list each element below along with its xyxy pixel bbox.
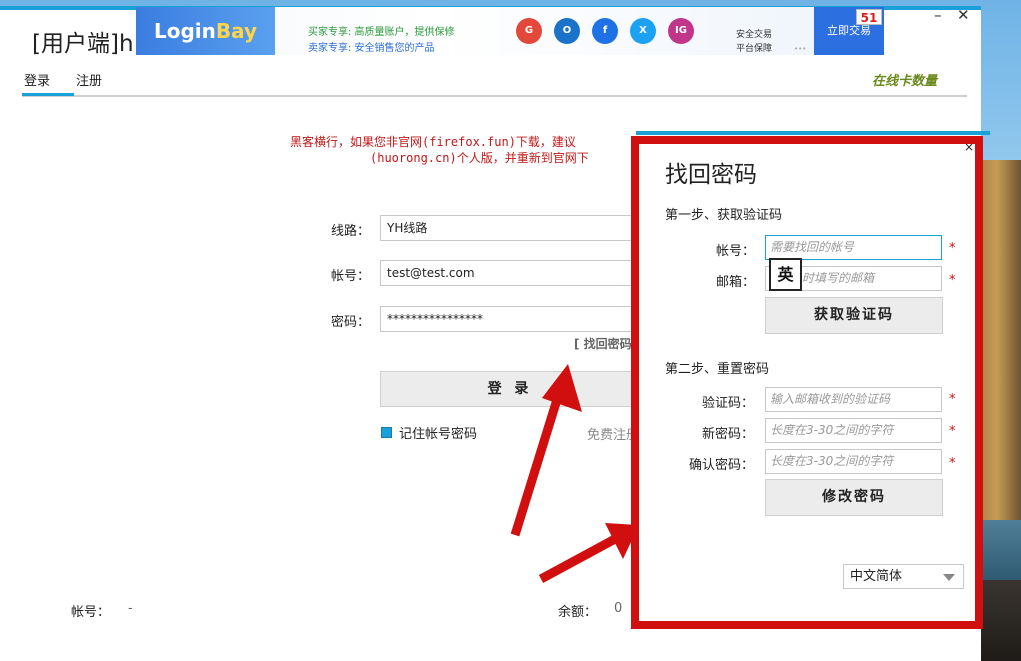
- code-label: 验证码：: [702, 396, 755, 411]
- required-mark: *: [949, 241, 956, 256]
- annotation-arrow-right-icon: [538, 523, 639, 583]
- language-value: 中文简体: [850, 569, 903, 584]
- change-password-button[interactable]: 修改密码: [765, 479, 943, 516]
- banner-dots-icon: •••: [794, 45, 807, 53]
- instagram-icon: IG: [668, 18, 694, 44]
- tabs-divider: [22, 95, 967, 97]
- account-input[interactable]: test@test.com: [380, 260, 640, 286]
- tab-login[interactable]: 登录: [24, 70, 50, 89]
- app-title: [用户端]h: [32, 31, 132, 57]
- online-count-label: 在线卡数量: [872, 74, 938, 89]
- new-password-input[interactable]: 长度在3-30之间的字符: [765, 418, 942, 443]
- banner-platform-guarantee: 平台保障: [736, 44, 773, 54]
- dialog-step-1: 第一步、获取验证码: [665, 208, 783, 223]
- new-password-label: 新密码：: [702, 427, 755, 442]
- security-warning: 黑客横行，如果您非官网(firefox.fun)下载，建议 (huorong.c…: [290, 134, 630, 166]
- code-input[interactable]: 输入邮箱收到的验证码: [765, 387, 942, 412]
- password-label: 密码：: [330, 315, 370, 330]
- dialog-account-input[interactable]: 需要找回的帐号: [765, 235, 942, 260]
- dialog-top-accent: [636, 131, 990, 135]
- chevron-down-icon: [943, 574, 955, 581]
- account-label: 帐号：: [330, 269, 370, 284]
- language-select[interactable]: 中文简体: [843, 564, 964, 589]
- trade-badge: 51: [856, 9, 882, 25]
- status-account-label: 帐号：: [71, 605, 111, 620]
- dialog-step-2: 第二步、重置密码: [665, 362, 770, 377]
- ime-indicator: 英: [769, 258, 802, 291]
- status-account-value: -: [128, 601, 133, 616]
- warning-line-1: 黑客横行，如果您非官网(firefox.fun)下载，建议: [290, 135, 576, 149]
- required-mark: *: [949, 456, 956, 471]
- required-mark: *: [949, 273, 956, 288]
- banner-seller-line: 卖家专享: 安全销售您的产品: [308, 43, 435, 54]
- minimize-button[interactable]: –: [934, 6, 942, 24]
- confirm-password-label: 确认密码：: [689, 458, 755, 473]
- remember-checkbox[interactable]: [381, 427, 392, 438]
- loginbay-logo: LoginBay: [136, 7, 275, 55]
- warning-line-2: (huorong.cn)个人版，并重新到官网下: [370, 151, 589, 165]
- ad-banner[interactable]: LoginBay 买家专享: 高质量账户，提供保修 卖家专享: 安全销售您的产品…: [136, 7, 884, 55]
- get-code-button[interactable]: 获取验证码: [765, 297, 943, 334]
- free-register-link[interactable]: 免费注册: [587, 424, 632, 443]
- banner-buyer-line: 买家专享: 高质量账户，提供保修: [308, 27, 455, 38]
- facebook-icon: f: [592, 18, 618, 44]
- line-select[interactable]: YH线路: [380, 215, 640, 241]
- outlook-icon: O: [554, 18, 580, 44]
- dialog-title: 找回密码: [665, 162, 757, 188]
- google-icon: G: [516, 18, 542, 44]
- x-icon: X: [630, 18, 656, 44]
- annotation-arrow-up-icon: [510, 364, 582, 537]
- tab-active-indicator: [22, 93, 74, 96]
- required-mark: *: [949, 424, 956, 439]
- dialog-account-label: 帐号：: [716, 244, 756, 259]
- required-mark: *: [949, 392, 956, 407]
- tab-register[interactable]: 注册: [76, 70, 102, 89]
- banner-safe-trade: 安全交易: [736, 30, 773, 40]
- dialog-close-button[interactable]: ×: [964, 140, 974, 154]
- line-label: 线路：: [330, 224, 370, 239]
- status-balance-value: 0: [614, 601, 623, 616]
- status-balance-label: 余额：: [558, 605, 598, 620]
- dialog-email-label: 邮箱：: [716, 275, 756, 290]
- close-button[interactable]: ✕: [957, 6, 970, 24]
- remember-label: 记住帐号密码: [399, 427, 478, 442]
- password-input[interactable]: ****************: [380, 306, 640, 332]
- confirm-password-input[interactable]: 长度在3-30之间的字符: [765, 449, 942, 474]
